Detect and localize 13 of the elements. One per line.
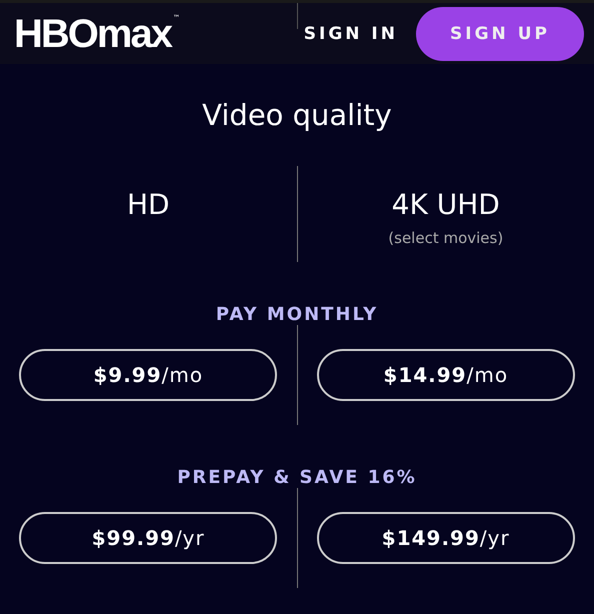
price-button[interactable]: $149.99/yr — [316, 512, 575, 564]
section-title: Video quality — [201, 98, 393, 132]
quality-name: 4K UHD — [392, 188, 500, 221]
plan-heading: PAY MONTHLY — [214, 304, 380, 325]
price-button[interactable]: $99.99/yr — [19, 512, 278, 564]
quality-note: (select movies) — [388, 229, 504, 247]
plan-heading: PREPAY & SAVE 16% — [176, 467, 418, 488]
sign-in-link[interactable]: SIGN IN — [304, 24, 398, 44]
quality-name: HD — [126, 188, 170, 221]
price-button[interactable]: $14.99/mo — [316, 349, 575, 401]
sign-up-button[interactable]: SIGN UP — [416, 6, 584, 60]
logo[interactable]: HBOmax — [14, 14, 171, 54]
price-button[interactable]: $9.99/mo — [19, 349, 278, 401]
